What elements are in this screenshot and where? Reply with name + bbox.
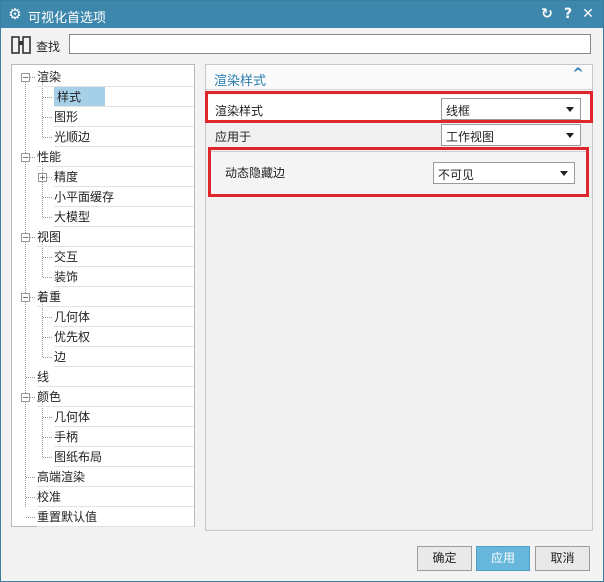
tree-item-label: 大模型 [54,210,91,224]
tree-connector-line [43,457,52,458]
search-label: 查找 [36,40,61,54]
field-row-apply-to: 应用于 工作视图 [206,123,592,149]
tree-item-label: 精度 [54,170,79,184]
tree-item[interactable]: 样式 [12,87,194,107]
highlight-box-render-style [205,91,593,123]
tree-connector-line [43,217,52,218]
tree-item[interactable]: − 渲染 [12,67,194,87]
apply-button[interactable]: 应用 [476,546,530,571]
tree-item[interactable]: 校准 [12,487,194,507]
tree-item-label: 视图 [37,230,62,244]
tree-item[interactable]: 线 [12,367,194,387]
tree-item[interactable]: 交互 [12,247,194,267]
tree-item[interactable]: 光顺边 [12,127,194,147]
tree-item-label: 样式 [54,87,106,107]
ok-button[interactable]: 确定 [417,546,472,571]
tree-connector-line [26,377,35,378]
collapse-icon[interactable]: − [21,393,30,402]
tree-connector-line [43,417,52,418]
collapse-chevron-icon[interactable]: ^ [572,66,584,82]
tree-item-label: 高端渲染 [37,470,86,484]
tree-connector-line [26,477,35,478]
category-tree: − 渲染 样式 图形 光顺边 − 性能 + 精度 小平面缓存 大模型 − 视图 交互 装饰 − 着重 几何体 优先权… [11,64,195,527]
tree-row-divider [37,526,194,527]
collapse-icon[interactable]: − [21,153,30,162]
tree-item[interactable]: 图纸布局 [12,447,194,467]
tree-item-label: 图形 [54,110,79,124]
help-icon[interactable]: ? [559,4,577,24]
tree-item-label: 优先权 [54,330,91,344]
collapse-icon[interactable]: − [21,233,30,242]
apply-to-select[interactable]: 工作视图 [441,124,581,146]
tree-item-label: 渲染 [37,70,62,84]
tree-item[interactable]: 小平面缓存 [12,187,194,207]
tree-item-label: 装饰 [54,270,79,284]
tree-connector-line [43,117,52,118]
tree-item-label: 着重 [37,290,62,304]
cancel-button[interactable]: 取消 [535,546,590,571]
tree-item-label: 光顺边 [54,130,91,144]
tree-item[interactable]: 几何体 [12,307,194,327]
close-icon[interactable]: ✕ [579,4,597,24]
collapse-icon[interactable]: − [21,293,30,302]
tree-item-label: 性能 [37,150,62,164]
tree-item[interactable]: 重置默认值 [12,507,194,527]
tree-item-label: 小平面缓存 [54,190,115,204]
tree-item[interactable]: − 颜色 [12,387,194,407]
search-input[interactable] [69,34,591,54]
tree-item[interactable]: − 性能 [12,147,194,167]
tree-item-label: 图纸布局 [54,450,103,464]
settings-panel: 渲染样式 ^ 渲染样式 线框 应用于 工作视图 动态隐藏边 不可见 [205,64,593,531]
tree-connector-line [43,357,52,358]
tree-item-label: 校准 [37,490,62,504]
highlight-box-dynamic-hidden-edges [208,147,589,197]
tree-connector-line [43,137,52,138]
tree-connector-line [43,437,52,438]
tree-item[interactable]: 装饰 [12,267,194,287]
search-row: 查找 [1,29,603,61]
title-bar: ⚙ 可视化首选项 ↻ ? ✕ [1,1,603,28]
tree-item-label: 边 [54,350,67,364]
section-title: 渲染样式 [214,74,267,89]
tree-connector-line [43,197,52,198]
tree-item[interactable]: − 着重 [12,287,194,307]
tree-connector-line [26,497,35,498]
tree-item[interactable]: 手柄 [12,427,194,447]
tree-item-label: 线 [37,370,50,384]
tree-item-label: 几何体 [54,310,91,324]
tree-item[interactable]: − 视图 [12,227,194,247]
dropdown-arrow-icon [566,133,574,138]
tree-item[interactable]: 优先权 [12,327,194,347]
tree-item[interactable]: 边 [12,347,194,367]
tree-item-label: 颜色 [37,390,62,404]
collapse-icon[interactable]: − [21,73,30,82]
tree-item-label: 手柄 [54,430,79,444]
tree-connector-line [43,257,52,258]
reset-icon[interactable]: ↻ [538,4,556,24]
tree-connector-line [26,517,35,518]
binoculars-icon [11,35,33,60]
tree-connector-line [43,317,52,318]
expand-icon[interactable]: + [38,173,47,182]
apply-to-value: 工作视图 [446,130,495,144]
tree-item[interactable]: 大模型 [12,207,194,227]
tree-connector-line [43,337,52,338]
tree-item[interactable]: + 精度 [12,167,194,187]
gear-icon: ⚙ [8,5,22,23]
tree-item[interactable]: 高端渲染 [12,467,194,487]
tree-item-label: 交互 [54,250,79,264]
apply-to-label: 应用于 [215,130,252,144]
section-header-render-style[interactable]: 渲染样式 ^ [206,65,592,90]
tree-connector-line [43,277,52,278]
tree-item-label: 几何体 [54,410,91,424]
tree-item-label: 重置默认值 [37,510,98,524]
tree-connector-line [43,97,52,98]
window-title: 可视化首选项 [28,11,107,26]
tree-item[interactable]: 几何体 [12,407,194,427]
tree-item[interactable]: 图形 [12,107,194,127]
preferences-dialog: ⚙ 可视化首选项 ↻ ? ✕ 查找 − 渲染 样式 图形 光顺边 − 性能 + 精度 小平面缓存大… [0,0,604,582]
